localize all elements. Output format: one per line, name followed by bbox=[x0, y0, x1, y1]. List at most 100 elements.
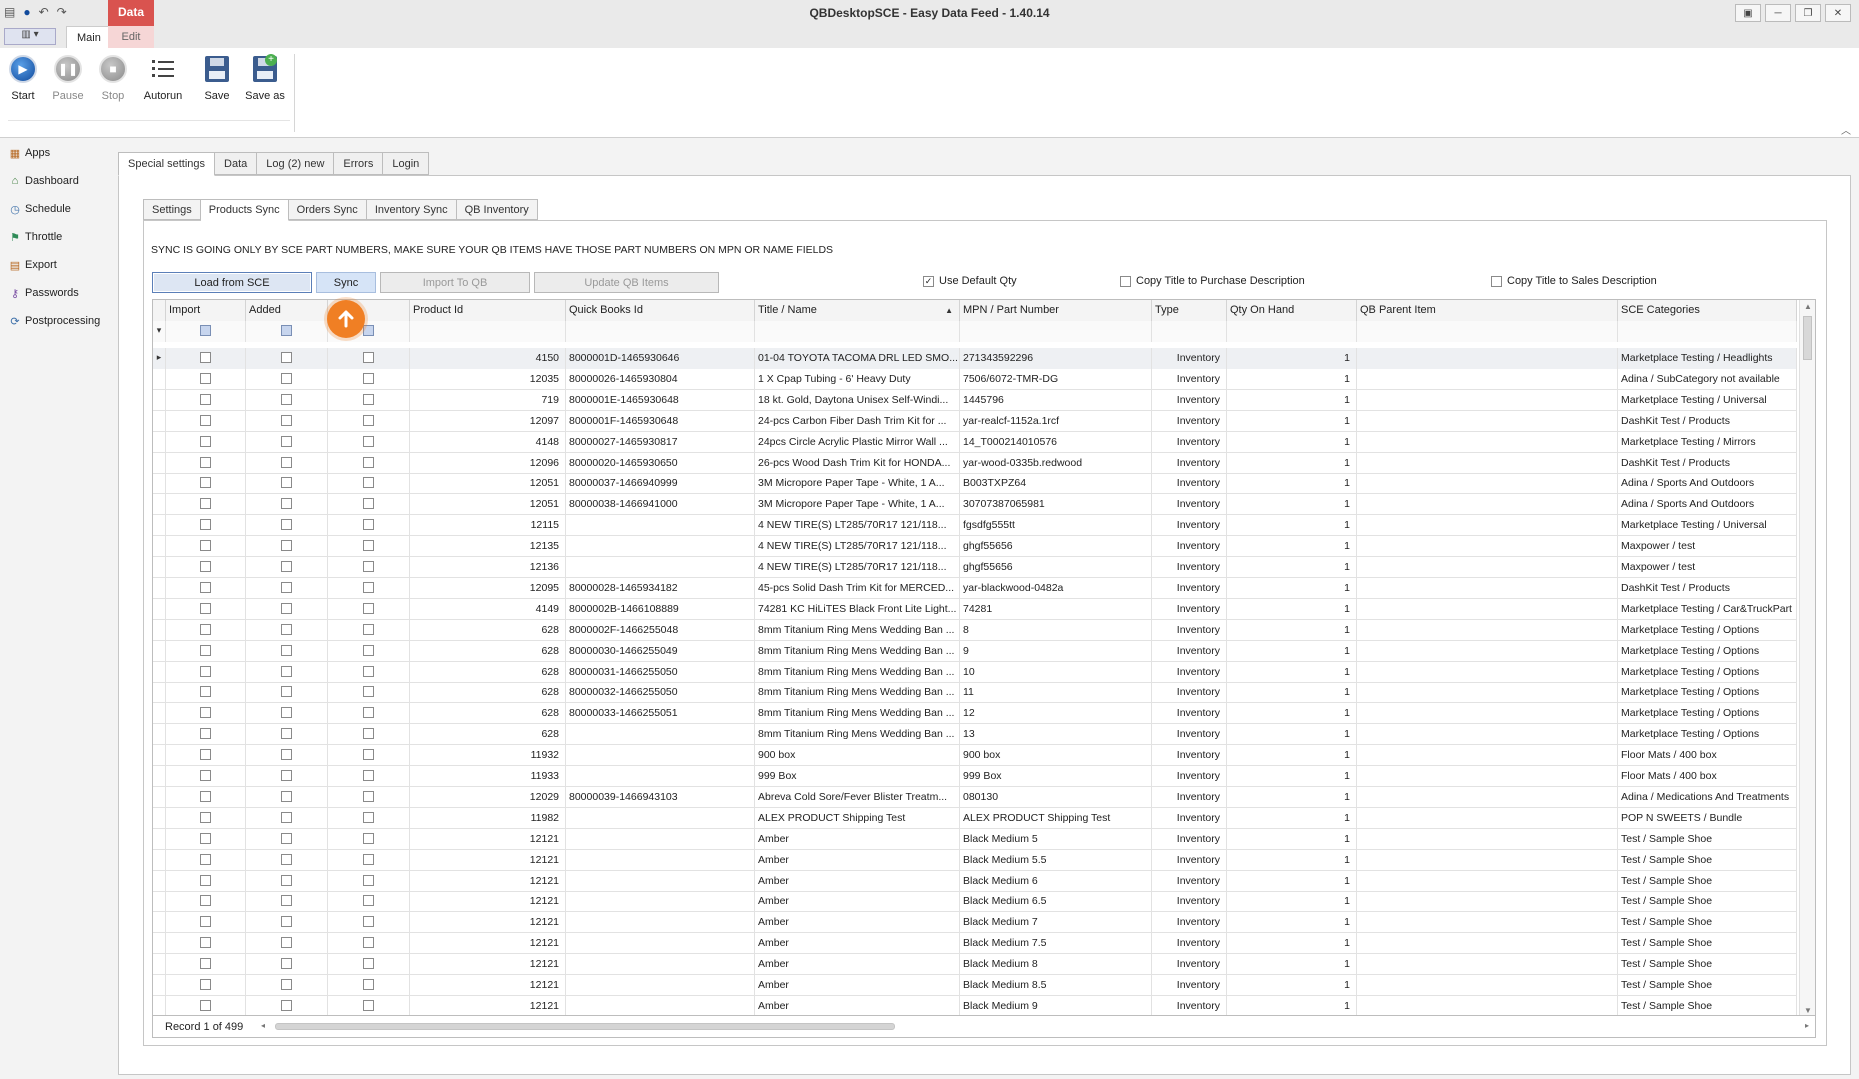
extra-checkbox[interactable] bbox=[363, 979, 374, 990]
nav-item-apps[interactable]: ▦ Apps bbox=[0, 139, 106, 167]
added-checkbox[interactable] bbox=[281, 540, 292, 552]
extra-checkbox[interactable] bbox=[363, 393, 374, 405]
added-checkbox[interactable] bbox=[281, 707, 292, 719]
added-checkbox[interactable] bbox=[281, 623, 292, 635]
import-checkbox[interactable] bbox=[200, 561, 211, 572]
added-checkbox[interactable] bbox=[281, 999, 292, 1011]
filter-cell[interactable] bbox=[166, 321, 246, 342]
added-checkbox[interactable] bbox=[281, 790, 292, 802]
extra-checkbox[interactable] bbox=[363, 644, 374, 656]
nav-item-dashboard[interactable]: ⌂ Dashboard bbox=[0, 167, 106, 195]
extra-checkbox[interactable] bbox=[363, 352, 374, 363]
app-menu-button[interactable]: ▥ ▾ bbox=[4, 28, 56, 45]
copy-title-purchase-option[interactable]: Copy Title to Purchase Description bbox=[1120, 275, 1305, 287]
table-row[interactable]: ▸ 4150 8000001D-1465930646 01-04 TOYOTA TAC… bbox=[153, 348, 1797, 369]
table-row[interactable]: 12136 4 NEW TIRE(S) LT285/70R17 121/118..… bbox=[153, 557, 1797, 578]
table-row[interactable]: 628 8000002F-1466255048 8mm Titanium Ring … bbox=[153, 619, 1797, 641]
added-checkbox[interactable] bbox=[281, 728, 292, 740]
product-id-header[interactable]: Product Id bbox=[410, 300, 566, 321]
table-row[interactable]: 12115 4 NEW TIRE(S) LT285/70R17 121/118..… bbox=[153, 515, 1797, 537]
added-checkbox[interactable] bbox=[281, 456, 292, 468]
filter-checkbox[interactable] bbox=[200, 325, 211, 336]
table-row[interactable]: 4148 80000027-1465930817 24pcs Circle Acry… bbox=[153, 431, 1797, 453]
filter-checkbox[interactable] bbox=[363, 325, 374, 336]
table-row[interactable]: 4149 8000002B-1466108889 74281 KC HiLiTES … bbox=[153, 598, 1797, 620]
close-icon[interactable]: ✕ bbox=[1825, 4, 1851, 22]
table-row[interactable]: 628 80000033-1466255051 8mm Titanium Ring … bbox=[153, 703, 1797, 725]
extra-checkbox[interactable] bbox=[363, 832, 374, 844]
import-checkbox[interactable] bbox=[200, 770, 211, 781]
extra-checkbox[interactable] bbox=[363, 937, 374, 949]
tab-inventory-sync[interactable]: Inventory Sync bbox=[366, 199, 457, 220]
copy-title-purchase-checkbox[interactable] bbox=[1120, 275, 1131, 287]
extra-checkbox[interactable] bbox=[363, 602, 374, 614]
copy-title-sales-option[interactable]: Copy Title to Sales Description bbox=[1491, 275, 1657, 287]
import-to-qb-button[interactable]: Import To QB bbox=[380, 272, 530, 293]
added-checkbox[interactable] bbox=[281, 916, 292, 928]
import-checkbox[interactable] bbox=[200, 686, 211, 698]
filter-cell[interactable] bbox=[1357, 321, 1618, 342]
extra-checkbox[interactable] bbox=[363, 456, 374, 468]
scroll-down-icon[interactable]: ▼ bbox=[1804, 1006, 1812, 1015]
added-checkbox[interactable] bbox=[281, 352, 292, 363]
extra-checkbox[interactable] bbox=[363, 770, 374, 781]
import-checkbox[interactable] bbox=[200, 519, 211, 531]
restore-icon[interactable]: ▣ bbox=[1735, 4, 1761, 22]
added-checkbox[interactable] bbox=[281, 770, 292, 781]
table-row[interactable]: 12095 80000028-1465934182 45-pcs Solid Das… bbox=[153, 577, 1797, 599]
added-checkbox[interactable] bbox=[281, 561, 292, 572]
table-row[interactable]: 12121 Amber Black Medium 7.5 Inventory 1 Test… bbox=[153, 933, 1797, 955]
import-checkbox[interactable] bbox=[200, 435, 211, 447]
use-default-qty-option[interactable]: ✓ Use Default Qty bbox=[923, 275, 1017, 287]
added-checkbox[interactable] bbox=[281, 602, 292, 614]
table-row[interactable]: 11932 900 box 900 box Inventory 1 Floor Mats … bbox=[153, 745, 1797, 767]
pause-button[interactable]: ❚❚ Pause bbox=[45, 54, 91, 102]
filter-cell[interactable] bbox=[1227, 321, 1357, 342]
added-checkbox[interactable] bbox=[281, 498, 292, 510]
added-checkbox[interactable] bbox=[281, 581, 292, 593]
import-checkbox[interactable] bbox=[200, 707, 211, 719]
extra-checkbox[interactable] bbox=[363, 916, 374, 928]
import-checkbox[interactable] bbox=[200, 999, 211, 1011]
tab-main[interactable]: Main bbox=[66, 26, 112, 48]
copy-title-sales-checkbox[interactable] bbox=[1491, 275, 1502, 287]
import-checkbox[interactable] bbox=[200, 916, 211, 928]
import-checkbox[interactable] bbox=[200, 832, 211, 844]
import-checkbox[interactable] bbox=[200, 498, 211, 510]
extra-checkbox[interactable] bbox=[363, 790, 374, 802]
import-checkbox[interactable] bbox=[200, 937, 211, 949]
quickbooks-id-header[interactable]: Quick Books Id bbox=[566, 300, 755, 321]
tab-qb-inventory[interactable]: QB Inventory bbox=[456, 199, 538, 220]
table-row[interactable]: 11982 ALEX PRODUCT Shipping Test ALEX PROD… bbox=[153, 807, 1797, 829]
type-header[interactable]: Type bbox=[1152, 300, 1227, 321]
import-checkbox[interactable] bbox=[200, 853, 211, 865]
table-row[interactable]: 628 80000030-1466255049 8mm Titanium Ring … bbox=[153, 640, 1797, 662]
added-checkbox[interactable] bbox=[281, 665, 292, 677]
tab-edit[interactable]: Edit bbox=[108, 26, 154, 48]
filter-cell[interactable] bbox=[1618, 321, 1797, 342]
table-row[interactable]: 12121 Amber Black Medium 6.5 Inventory 1 Test… bbox=[153, 891, 1797, 913]
added-checkbox[interactable] bbox=[281, 644, 292, 656]
import-checkbox[interactable] bbox=[200, 372, 211, 384]
table-row[interactable]: 12051 80000037-1466940999 3M Micropore Pap… bbox=[153, 473, 1797, 495]
import-checkbox[interactable] bbox=[200, 540, 211, 552]
nav-item-postprocessing[interactable]: ⟳ Postprocessing bbox=[0, 307, 106, 335]
import-checkbox[interactable] bbox=[200, 790, 211, 802]
extra-checkbox[interactable] bbox=[363, 999, 374, 1011]
collapse-ribbon-icon[interactable]: ︿ bbox=[1841, 122, 1851, 137]
vertical-scrollbar[interactable]: ▲ ▼ bbox=[1799, 300, 1815, 1015]
extra-checkbox[interactable] bbox=[363, 561, 374, 572]
nav-item-passwords[interactable]: ⚷ Passwords bbox=[0, 279, 106, 307]
table-row[interactable]: 12121 Amber Black Medium 9 Inventory 1 Test /… bbox=[153, 995, 1797, 1015]
import-checkbox[interactable] bbox=[200, 728, 211, 740]
scrollbar-thumb[interactable] bbox=[275, 1023, 895, 1030]
table-row[interactable]: 12051 80000038-1466941000 3M Micropore Pap… bbox=[153, 494, 1797, 516]
import-checkbox[interactable] bbox=[200, 979, 211, 990]
extra-checkbox[interactable] bbox=[363, 435, 374, 447]
import-header[interactable]: Import bbox=[166, 300, 246, 321]
table-row[interactable]: 12121 Amber Black Medium 6 Inventory 1 Test /… bbox=[153, 870, 1797, 892]
added-checkbox[interactable] bbox=[281, 477, 292, 489]
added-checkbox[interactable] bbox=[281, 519, 292, 531]
nav-item-throttle[interactable]: ⚑ Throttle bbox=[0, 223, 106, 251]
added-checkbox[interactable] bbox=[281, 895, 292, 907]
